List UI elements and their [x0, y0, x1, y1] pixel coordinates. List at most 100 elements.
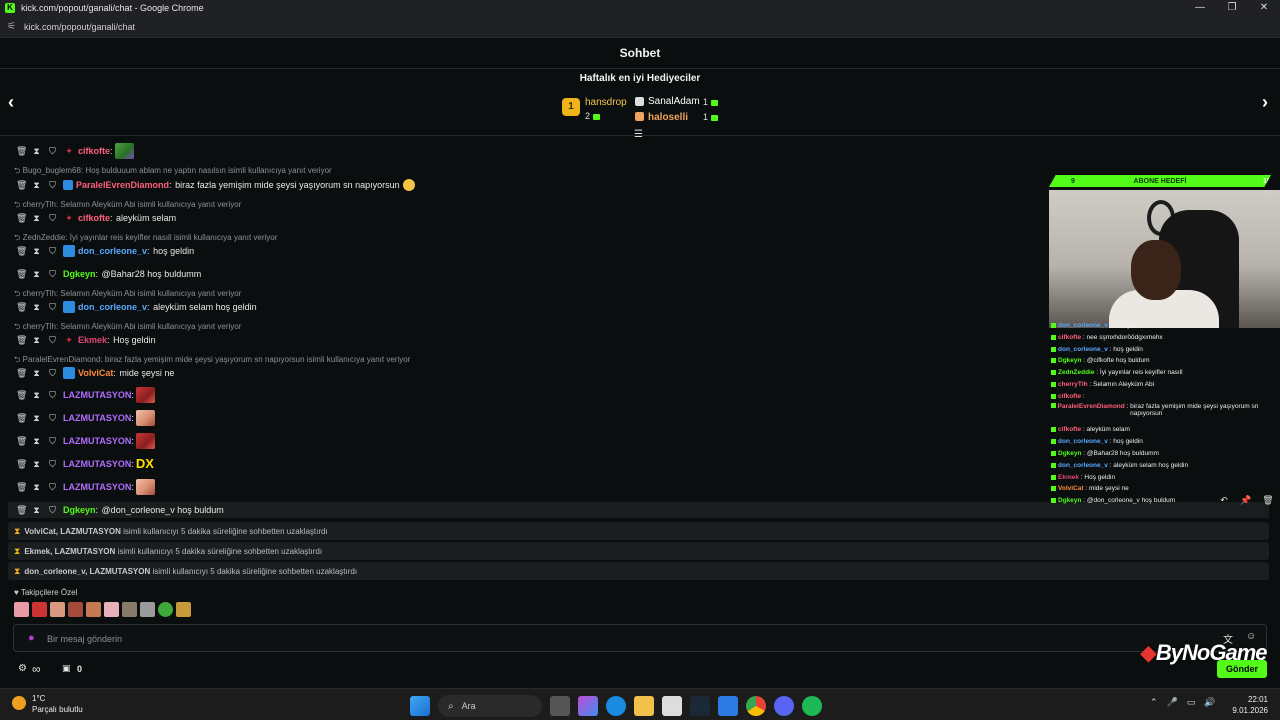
emote-icon[interactable]: [158, 602, 173, 617]
store-icon[interactable]: [662, 696, 682, 716]
ban-icon[interactable]: ⛉: [48, 368, 57, 379]
url-text[interactable]: kick.com/popout/ganali/chat: [24, 22, 135, 32]
delete-icon[interactable]: 🗑: [16, 459, 27, 470]
message-input[interactable]: [47, 631, 1047, 647]
taskbar-search[interactable]: ⌕ Ara: [438, 695, 542, 717]
ban-icon[interactable]: ⛉: [48, 459, 57, 470]
delete-icon[interactable]: 🗑: [16, 302, 27, 313]
username[interactable]: Ekmek: [78, 335, 107, 345]
send-button[interactable]: Gönder: [1217, 660, 1267, 678]
username[interactable]: LAZMUTASYON: [63, 436, 131, 446]
username[interactable]: ParalelEvrenDiamond: [76, 180, 169, 190]
chevron-right-icon[interactable]: ›: [1262, 92, 1268, 113]
emote-icon[interactable]: [14, 602, 29, 617]
file-explorer-icon[interactable]: [634, 696, 654, 716]
delete-icon[interactable]: 🗑: [16, 335, 27, 346]
emote-icon[interactable]: [32, 602, 47, 617]
emote-icon[interactable]: [68, 602, 83, 617]
microphone-icon[interactable]: ●: [28, 632, 35, 644]
edge-icon[interactable]: [606, 696, 626, 716]
username[interactable]: LAZMUTASYON: [63, 459, 131, 469]
gifter-name[interactable]: SanalAdam: [648, 96, 700, 107]
undo-icon[interactable]: ↶: [1213, 492, 1235, 508]
chat-message[interactable]: 🗑 ⧗ ⛉ LAZMUTASYON: DX: [16, 456, 154, 471]
username[interactable]: don_corleone_v: [78, 246, 147, 256]
message-input-box[interactable]: ● 文 ☺: [13, 624, 1267, 652]
timeout-icon[interactable]: ⧗: [32, 246, 41, 257]
username[interactable]: cifkofte: [78, 213, 110, 223]
reply-context[interactable]: ⮌ Bugo_buglem68: Hoş bulduuum ablam ne y…: [14, 165, 332, 176]
timeout-icon[interactable]: ⧗: [32, 368, 41, 379]
chat-message[interactable]: 🗑 ⧗ ⛉ don_corleone_v: aleyküm selam hoş ge…: [16, 300, 257, 314]
delete-icon[interactable]: 🗑: [16, 413, 27, 424]
timeout-icon[interactable]: ⧗: [32, 269, 41, 280]
task-view-icon[interactable]: [550, 696, 570, 716]
timeout-icon[interactable]: ⧗: [32, 213, 41, 224]
reply-context[interactable]: ⮌ cherryTlh: Selamın Aleyküm Abi isimli …: [14, 321, 241, 332]
delete-icon[interactable]: 🗑: [16, 505, 27, 516]
reply-context[interactable]: ⮌ cherryTlh: Selamın Aleyküm Abi isimli …: [14, 199, 241, 210]
timeout-icon[interactable]: ⧗: [32, 390, 41, 401]
username[interactable]: LAZMUTASYON: [63, 413, 131, 423]
steam-icon[interactable]: [690, 696, 710, 716]
trash-icon[interactable]: 🗑: [1257, 492, 1279, 508]
timeout-icon[interactable]: ⧗: [32, 436, 41, 447]
ban-icon[interactable]: ⛉: [48, 390, 57, 401]
settings-icon[interactable]: ⚙: [18, 663, 27, 674]
chat-message[interactable]: 🗑 ⧗ ⛉ ✦ cifkofte:: [16, 143, 134, 159]
emote-icon[interactable]: [104, 602, 119, 617]
ban-icon[interactable]: ⛉: [48, 302, 57, 313]
delete-icon[interactable]: 🗑: [16, 482, 27, 493]
mic-icon[interactable]: 🎤: [1167, 697, 1178, 708]
chat-message[interactable]: 🗑 ⧗ ⛉ VolviCat: mide şeysi ne: [16, 366, 174, 380]
delete-icon[interactable]: 🗑: [16, 368, 27, 379]
reply-context[interactable]: ⮌ ZednZeddie: İyi yayınlar reis keyifler…: [14, 232, 277, 243]
emote-icon[interactable]: [176, 602, 191, 617]
chat-message[interactable]: 🗑 ⧗ ⛉ Dgkeyn: @Bahar28 hoş buldumm: [16, 267, 201, 281]
clock[interactable]: 22:01 9.01.2026: [1228, 694, 1268, 716]
timeout-icon[interactable]: ⧗: [32, 505, 41, 516]
ban-icon[interactable]: ⛉: [48, 146, 57, 157]
emote-icon[interactable]: [140, 602, 155, 617]
chat-message[interactable]: 🗑 ⧗ ⛉ LAZMUTASYON:: [16, 387, 155, 403]
timeout-icon[interactable]: ⧗: [32, 180, 41, 191]
gift-icon[interactable]: ▣: [62, 663, 71, 674]
ban-icon[interactable]: ⛉: [48, 269, 57, 280]
timeout-icon[interactable]: ⧗: [32, 302, 41, 313]
delete-icon[interactable]: 🗑: [16, 269, 27, 280]
username[interactable]: Dgkeyn: [63, 269, 96, 279]
username[interactable]: LAZMUTASYON: [63, 390, 131, 400]
reply-context[interactable]: ⮌ ParalelEvrenDiamond: biraz fazla yemiş…: [14, 354, 410, 365]
ban-icon[interactable]: ⛉: [48, 335, 57, 346]
chat-message[interactable]: 🗑 ⧗ ⛉ ✦ Ekmek: Hoş geldin: [16, 333, 156, 347]
username[interactable]: cifkofte: [78, 146, 110, 156]
ban-icon[interactable]: ⛉: [48, 436, 57, 447]
chat-message[interactable]: 🗑 ⧗ ⛉ LAZMUTASYON:: [16, 433, 155, 449]
restore-icon[interactable]: ❐: [1216, 0, 1248, 16]
emote-icon[interactable]: [86, 602, 101, 617]
ban-icon[interactable]: ⛉: [48, 482, 57, 493]
chat-message[interactable]: 🗑 ⧗ ⛉ ParalelEvrenDiamond: biraz fazla yem…: [16, 178, 415, 192]
close-icon[interactable]: ✕: [1248, 0, 1280, 16]
chat-message[interactable]: 🗑 ⧗ ⛉ don_corleone_v: hoş geldin: [16, 244, 194, 258]
delete-icon[interactable]: 🗑: [16, 146, 27, 157]
ban-icon[interactable]: ⛉: [48, 413, 57, 424]
timeout-icon[interactable]: ⧗: [32, 482, 41, 493]
ban-icon[interactable]: ⛉: [48, 180, 57, 191]
ban-icon[interactable]: ⛉: [48, 246, 57, 257]
chrome-icon[interactable]: [746, 696, 766, 716]
timeout-icon[interactable]: ⧗: [32, 146, 41, 157]
delete-icon[interactable]: 🗑: [16, 390, 27, 401]
gifter-name[interactable]: haloselli: [648, 112, 688, 123]
spotify-icon[interactable]: [802, 696, 822, 716]
emote-icon[interactable]: [122, 602, 137, 617]
network-icon[interactable]: ▭: [1187, 697, 1196, 708]
mail-icon[interactable]: [718, 696, 738, 716]
ban-icon[interactable]: ⛉: [48, 213, 57, 224]
reply-context[interactable]: ⮌ cherryTlh: Selamın Aleyküm Abi isimli …: [14, 288, 241, 299]
username[interactable]: LAZMUTASYON: [63, 482, 131, 492]
volume-icon[interactable]: 🔊: [1204, 697, 1215, 708]
username[interactable]: Dgkeyn: [63, 505, 96, 515]
timeout-icon[interactable]: ⧗: [32, 335, 41, 346]
delete-icon[interactable]: 🗑: [16, 436, 27, 447]
